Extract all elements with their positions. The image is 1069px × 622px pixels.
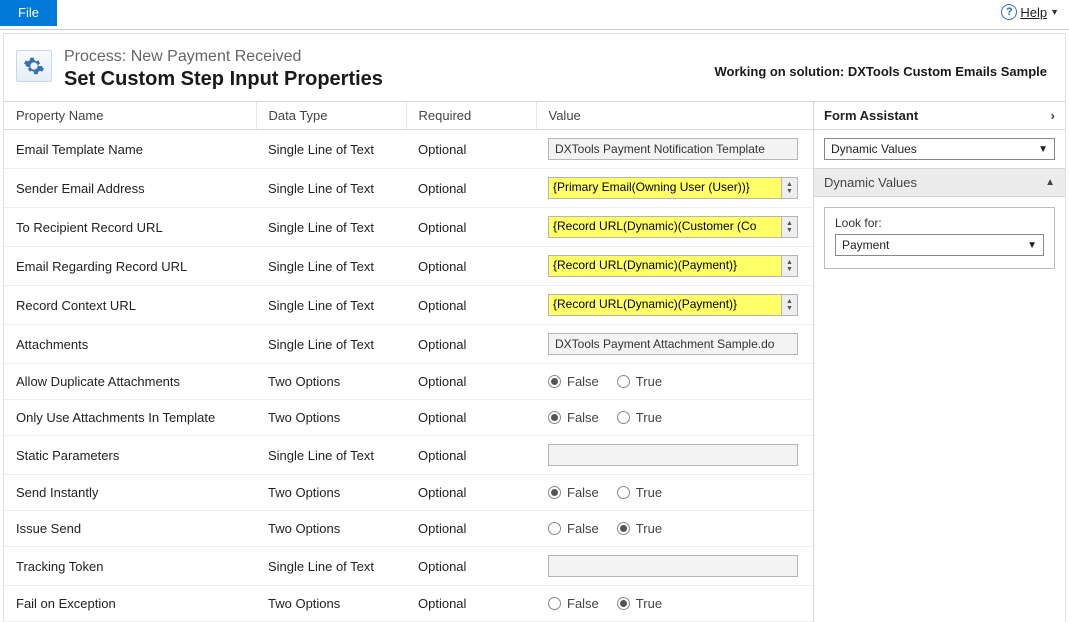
prop-name: Tracking Token: [4, 547, 256, 586]
prop-type: Single Line of Text: [256, 325, 406, 364]
prop-type: Single Line of Text: [256, 208, 406, 247]
table-row: Email Regarding Record URL Single Line o…: [4, 247, 813, 286]
fail-exception-false[interactable]: False: [548, 596, 599, 611]
prop-name: Email Template Name: [4, 130, 256, 169]
prop-required: Optional: [406, 586, 536, 622]
allow-dup-false[interactable]: False: [548, 374, 599, 389]
col-header-type: Data Type: [256, 102, 406, 130]
table-row: Record Context URL Single Line of Text O…: [4, 286, 813, 325]
fail-exception-true[interactable]: True: [617, 596, 662, 611]
prop-type: Two Options: [256, 400, 406, 436]
table-row: Allow Duplicate Attachments Two Options …: [4, 364, 813, 400]
issue-send-false[interactable]: False: [548, 521, 599, 536]
caret-down-icon: ▼: [1038, 144, 1048, 155]
look-for-label: Look for:: [835, 216, 1044, 230]
table-row: Static Parameters Single Line of Text Op…: [4, 436, 813, 475]
table-row: Email Template Name Single Line of Text …: [4, 130, 813, 169]
prop-required: Optional: [406, 208, 536, 247]
prop-type: Single Line of Text: [256, 247, 406, 286]
table-row: Tracking Token Single Line of Text Optio…: [4, 547, 813, 586]
col-header-name: Property Name: [4, 102, 256, 130]
solution-label: Working on solution: DXTools Custom Emai…: [715, 60, 1048, 79]
spinner-icon[interactable]: ▲▼: [781, 295, 797, 315]
table-row: Attachments Single Line of Text Optional: [4, 325, 813, 364]
tracking-input[interactable]: [548, 555, 798, 577]
prop-required: Optional: [406, 325, 536, 364]
prop-required: Optional: [406, 400, 536, 436]
table-row: Fail on Exception Two Options Optional F…: [4, 586, 813, 622]
help-menu[interactable]: ? Help ▼: [1001, 0, 1069, 20]
spinner-icon[interactable]: ▲▼: [781, 178, 797, 198]
prop-name: Send Instantly: [4, 475, 256, 511]
prop-required: Optional: [406, 286, 536, 325]
col-header-value: Value: [536, 102, 813, 130]
prop-type: Two Options: [256, 511, 406, 547]
prop-name: Issue Send: [4, 511, 256, 547]
email-template-input[interactable]: [548, 138, 798, 160]
caret-up-icon: ▲: [1045, 177, 1055, 188]
table-row: Sender Email Address Single Line of Text…: [4, 169, 813, 208]
table-row: Issue Send Two Options Optional False Tr…: [4, 511, 813, 547]
prop-type: Single Line of Text: [256, 547, 406, 586]
spinner-icon[interactable]: ▲▼: [781, 256, 797, 276]
only-template-false[interactable]: False: [548, 410, 599, 425]
send-instantly-true[interactable]: True: [617, 485, 662, 500]
form-assistant-panel: Form Assistant › Dynamic Values ▼ Dynami…: [813, 101, 1065, 622]
to-recipient-input[interactable]: {Record URL(Dynamic)(Customer (Co ▲▼: [548, 216, 798, 238]
prop-type: Single Line of Text: [256, 169, 406, 208]
prop-name: Allow Duplicate Attachments: [4, 364, 256, 400]
context-input[interactable]: {Record URL(Dynamic)(Payment)} ▲▼: [548, 294, 798, 316]
caret-down-icon: ▼: [1027, 240, 1037, 251]
prop-required: Optional: [406, 364, 536, 400]
table-row: Send Instantly Two Options Optional Fals…: [4, 475, 813, 511]
prop-name: Fail on Exception: [4, 586, 256, 622]
prop-required: Optional: [406, 169, 536, 208]
table-row: Only Use Attachments In Template Two Opt…: [4, 400, 813, 436]
prop-required: Optional: [406, 436, 536, 475]
prop-name: Static Parameters: [4, 436, 256, 475]
prop-required: Optional: [406, 247, 536, 286]
prop-required: Optional: [406, 130, 536, 169]
prop-type: Single Line of Text: [256, 130, 406, 169]
process-gear-icon: [16, 50, 52, 82]
prop-type: Two Options: [256, 586, 406, 622]
sender-email-input[interactable]: {Primary Email(Owning User (User))} ▲▼: [548, 177, 798, 199]
dynamic-values-dropdown[interactable]: Dynamic Values ▼: [824, 138, 1055, 160]
attachments-input[interactable]: [548, 333, 798, 355]
process-label: Process: New Payment Received: [64, 48, 383, 66]
chevron-right-icon: ›: [1051, 108, 1055, 123]
look-for-dropdown[interactable]: Payment ▼: [835, 234, 1044, 256]
regarding-input[interactable]: {Record URL(Dynamic)(Payment)} ▲▼: [548, 255, 798, 277]
form-assistant-header[interactable]: Form Assistant ›: [814, 102, 1065, 130]
prop-required: Optional: [406, 547, 536, 586]
help-label: Help: [1020, 5, 1047, 20]
dynamic-values-section[interactable]: Dynamic Values ▲: [814, 168, 1065, 197]
prop-name: Email Regarding Record URL: [4, 247, 256, 286]
prop-type: Single Line of Text: [256, 436, 406, 475]
page-title: Set Custom Step Input Properties: [64, 68, 383, 91]
prop-required: Optional: [406, 511, 536, 547]
allow-dup-true[interactable]: True: [617, 374, 662, 389]
issue-send-true[interactable]: True: [617, 521, 662, 536]
properties-table: Property Name Data Type Required Value E…: [4, 101, 813, 622]
file-menu-button[interactable]: File: [0, 0, 57, 26]
caret-down-icon: ▼: [1050, 7, 1059, 17]
prop-name: Only Use Attachments In Template: [4, 400, 256, 436]
prop-required: Optional: [406, 475, 536, 511]
prop-type: Two Options: [256, 364, 406, 400]
prop-name: To Recipient Record URL: [4, 208, 256, 247]
send-instantly-false[interactable]: False: [548, 485, 599, 500]
help-icon: ?: [1001, 4, 1017, 20]
prop-name: Attachments: [4, 325, 256, 364]
prop-type: Two Options: [256, 475, 406, 511]
prop-name: Record Context URL: [4, 286, 256, 325]
prop-type: Single Line of Text: [256, 286, 406, 325]
table-row: To Recipient Record URL Single Line of T…: [4, 208, 813, 247]
prop-name: Sender Email Address: [4, 169, 256, 208]
only-template-true[interactable]: True: [617, 410, 662, 425]
col-header-required: Required: [406, 102, 536, 130]
spinner-icon[interactable]: ▲▼: [781, 217, 797, 237]
static-params-input[interactable]: [548, 444, 798, 466]
